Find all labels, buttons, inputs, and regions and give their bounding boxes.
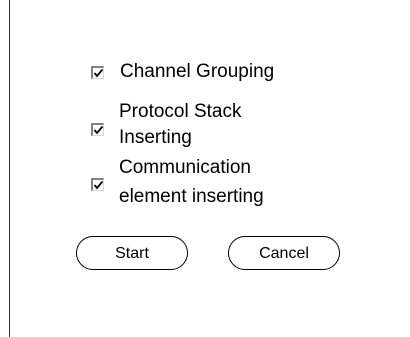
protocol-stack-label-line2: Inserting	[119, 127, 192, 148]
channel-grouping-checkbox[interactable]	[91, 66, 104, 79]
channel-grouping-label: Channel Grouping	[120, 61, 275, 82]
communication-label-line2: element inserting	[119, 186, 264, 207]
dialog: Channel Grouping Protocol Stack Insertin…	[0, 0, 410, 337]
left-border	[9, 0, 10, 337]
cancel-button[interactable]: Cancel	[228, 236, 340, 270]
checkmark-icon	[93, 180, 104, 190]
protocol-stack-label-line1: Protocol Stack	[119, 101, 242, 122]
checkmark-icon	[93, 125, 104, 135]
communication-element-inserting-checkbox[interactable]	[91, 178, 104, 191]
start-button[interactable]: Start	[76, 236, 188, 270]
protocol-stack-inserting-checkbox[interactable]	[91, 123, 104, 136]
checkmark-icon	[93, 68, 104, 78]
communication-label-line1: Communication	[119, 157, 251, 178]
